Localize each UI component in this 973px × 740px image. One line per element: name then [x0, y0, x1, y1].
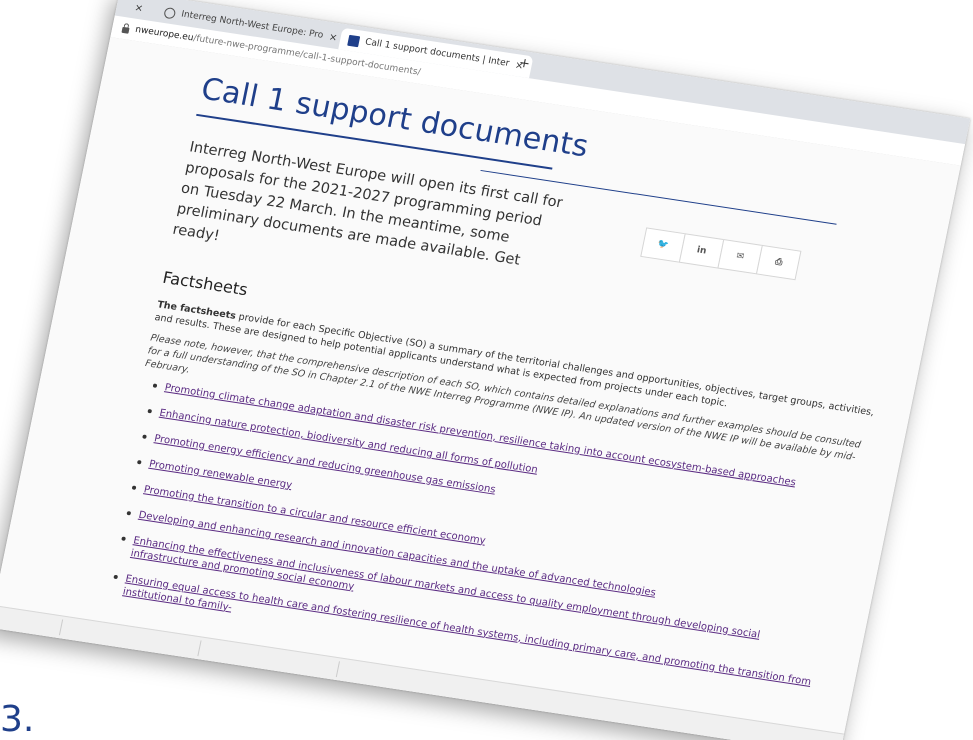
eu-flag-icon [347, 34, 361, 47]
download-bar-divider [197, 640, 202, 657]
close-icon[interactable]: × [328, 31, 339, 43]
screenshot-stage: × Interreg North-West Europe: Pro × Call… [0, 0, 973, 740]
tab-previous-close[interactable]: × [125, 0, 154, 21]
url-host: nweurope.eu [134, 24, 195, 44]
main-column: Call 1 support documents Interreg North-… [95, 72, 897, 712]
slide-number-fragment: 3. [0, 699, 35, 740]
download-bar-divider [58, 619, 64, 636]
browser-window: × Interreg North-West Europe: Pro × Call… [0, 0, 971, 740]
lock-icon [121, 26, 130, 34]
globe-icon [163, 6, 177, 19]
download-bar-divider [335, 661, 340, 678]
close-icon[interactable]: × [134, 2, 145, 14]
